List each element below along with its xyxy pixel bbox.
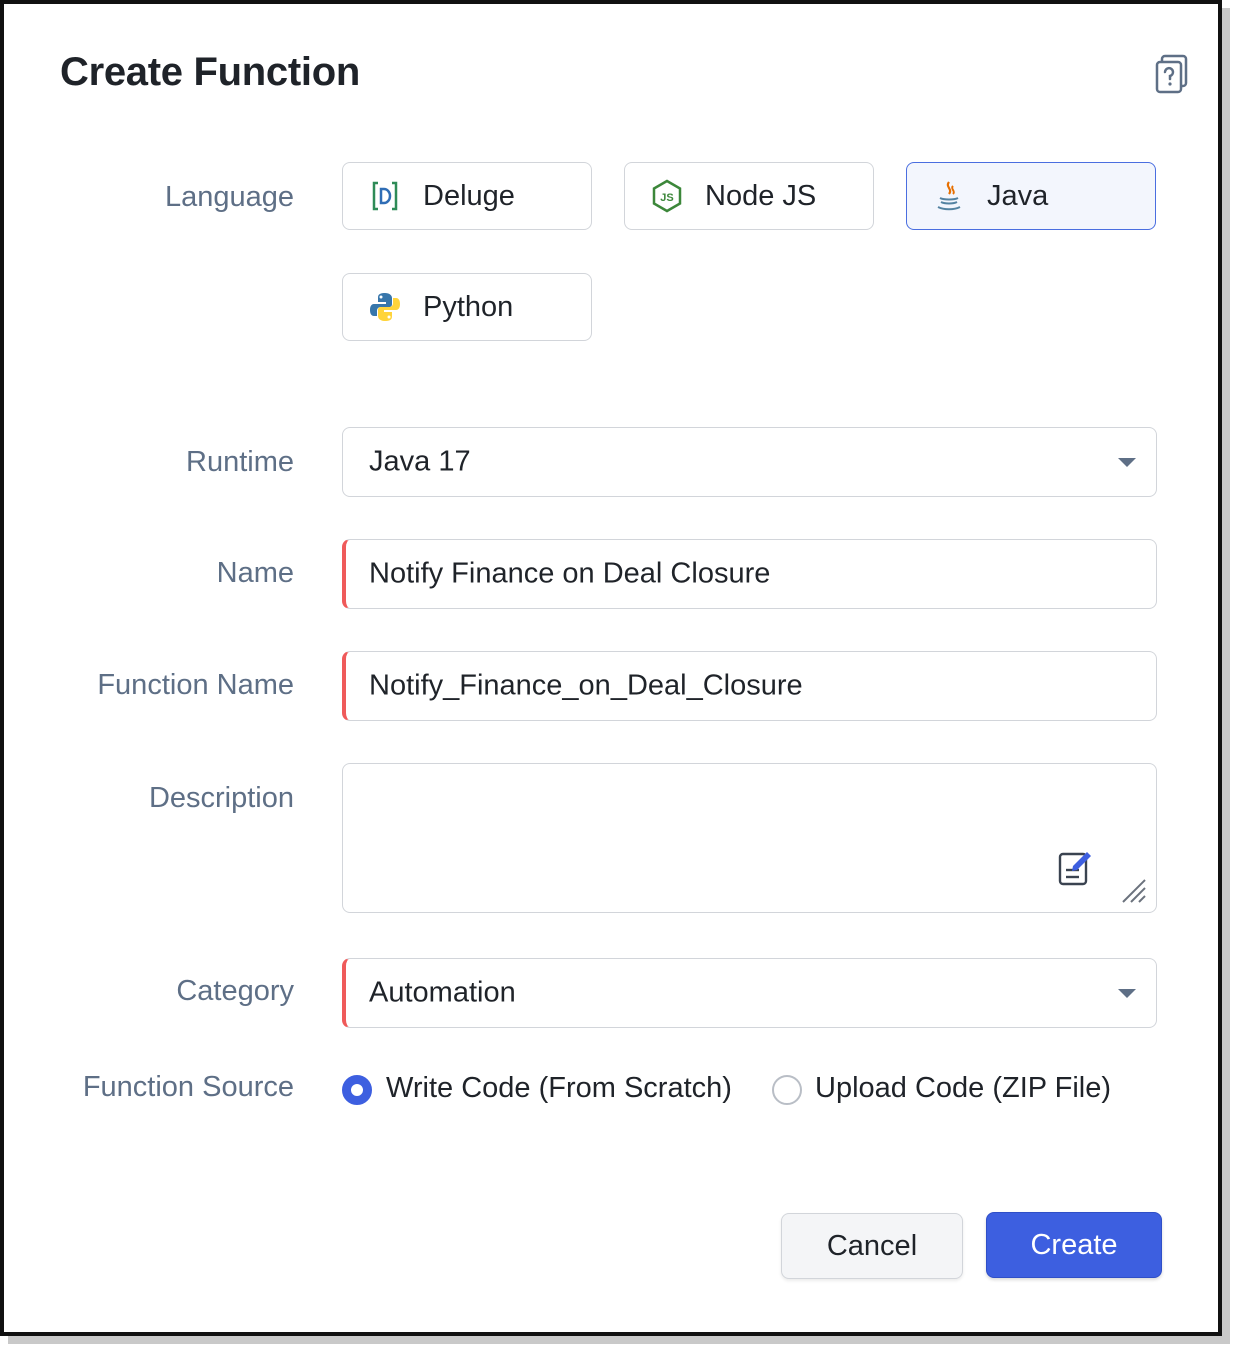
function-name-input[interactable]: Notify_Finance_on_Deal_Closure bbox=[342, 651, 1157, 721]
deluge-icon bbox=[367, 178, 403, 214]
runtime-value: Java 17 bbox=[369, 445, 471, 478]
nodejs-icon: JS bbox=[649, 178, 685, 214]
language-option-deluge[interactable]: Deluge bbox=[342, 162, 592, 230]
edit-note-icon[interactable] bbox=[1057, 848, 1095, 888]
create-function-dialog: Create Function Language Deluge JS Node … bbox=[0, 0, 1222, 1336]
language-option-label: Deluge bbox=[423, 179, 515, 212]
language-option-nodejs[interactable]: JS Node JS bbox=[624, 162, 874, 230]
language-label: Language bbox=[164, 181, 294, 213]
name-label: Name bbox=[216, 557, 294, 589]
language-option-java[interactable]: Java bbox=[906, 162, 1156, 230]
chevron-down-icon bbox=[1118, 989, 1136, 998]
resize-handle-icon[interactable] bbox=[1119, 876, 1149, 906]
help-doc-icon[interactable] bbox=[1154, 54, 1190, 94]
radio-write-code[interactable] bbox=[342, 1075, 372, 1105]
name-input[interactable]: Notify Finance on Deal Closure bbox=[342, 539, 1157, 609]
java-icon bbox=[931, 178, 967, 214]
function-name-label: Function Name bbox=[97, 669, 294, 701]
create-button[interactable]: Create bbox=[986, 1212, 1162, 1278]
runtime-select[interactable]: Java 17 bbox=[342, 427, 1157, 497]
cancel-button[interactable]: Cancel bbox=[781, 1213, 963, 1279]
description-label: Description bbox=[148, 782, 294, 814]
python-icon bbox=[367, 289, 403, 325]
language-option-label: Java bbox=[987, 179, 1049, 212]
name-value: Notify Finance on Deal Closure bbox=[369, 557, 771, 590]
svg-text:JS: JS bbox=[660, 192, 673, 204]
radio-upload-code[interactable] bbox=[772, 1075, 802, 1105]
radio-write-code-label[interactable]: Write Code (From Scratch) bbox=[386, 1072, 732, 1105]
description-textarea[interactable] bbox=[342, 763, 1157, 913]
dialog-title: Create Function bbox=[60, 50, 360, 94]
language-option-python[interactable]: Python bbox=[342, 273, 592, 341]
runtime-label: Runtime bbox=[186, 446, 294, 478]
function-name-value: Notify_Finance_on_Deal_Closure bbox=[369, 669, 803, 702]
function-source-label: Function Source bbox=[82, 1071, 294, 1103]
category-select[interactable]: Automation bbox=[342, 958, 1157, 1028]
category-label: Category bbox=[176, 975, 294, 1007]
language-option-label: Node JS bbox=[705, 179, 817, 212]
language-option-label: Python bbox=[423, 290, 514, 323]
radio-upload-code-label[interactable]: Upload Code (ZIP File) bbox=[815, 1072, 1111, 1105]
category-value: Automation bbox=[369, 976, 516, 1009]
chevron-down-icon bbox=[1118, 458, 1136, 467]
